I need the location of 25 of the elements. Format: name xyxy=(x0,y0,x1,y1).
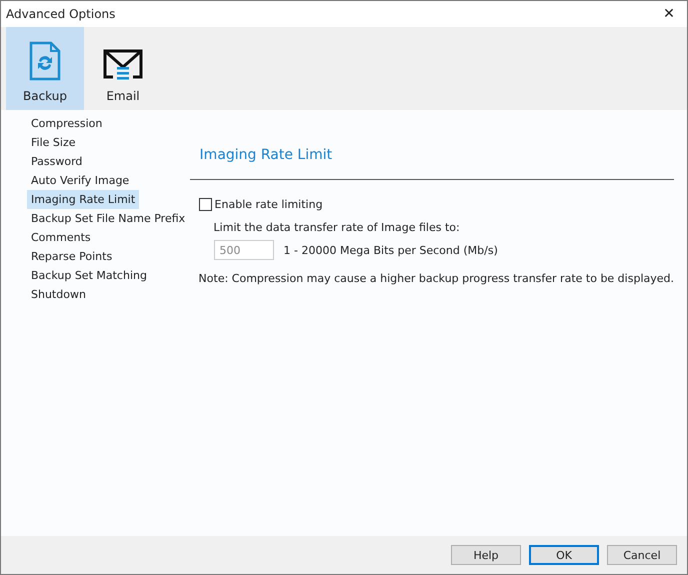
sidebar-item[interactable]: Backup Set File Name Prefix xyxy=(27,209,190,228)
limit-label: Limit the data transfer rate of Image files to: xyxy=(214,221,461,234)
toolbar-tab[interactable]: Backup xyxy=(6,27,84,110)
note-text: Note: Compression may cause a higher backup progress transfer rate to be displayed. xyxy=(198,272,674,285)
sidebar-item[interactable]: Auto Verify Image xyxy=(27,171,134,190)
document-sync-icon xyxy=(29,41,61,81)
sidebar-item[interactable]: Comments xyxy=(27,228,95,247)
sidebar-item[interactable]: Compression xyxy=(27,114,106,133)
checkbox[interactable] xyxy=(198,198,212,211)
dialog-button[interactable]: Cancel xyxy=(607,545,677,565)
window-title: Advanced Options xyxy=(6,7,116,21)
sidebar-item[interactable]: Imaging Rate Limit xyxy=(27,190,140,209)
toolbar-tab[interactable]: Email xyxy=(84,27,162,110)
checkbox-label: Enable rate limiting xyxy=(214,198,323,211)
dialog-button[interactable]: OK xyxy=(529,545,599,565)
sidebar-item[interactable]: Backup Set Matching xyxy=(27,266,151,285)
sidebar-item[interactable]: Reparse Points xyxy=(27,247,116,266)
section-heading: Imaging Rate Limit xyxy=(200,147,332,163)
sidebar-item[interactable]: Shutdown xyxy=(27,285,90,304)
sidebar-item[interactable]: File Size xyxy=(27,133,80,152)
close-button[interactable]: ✕ xyxy=(651,1,687,27)
dialog-button[interactable]: Help xyxy=(451,545,521,565)
sidebar-item[interactable]: Password xyxy=(27,152,86,171)
range-label: 1 - 20000 Mega Bits per Second (Mb/s) xyxy=(284,244,498,256)
envelope-icon xyxy=(103,49,143,81)
